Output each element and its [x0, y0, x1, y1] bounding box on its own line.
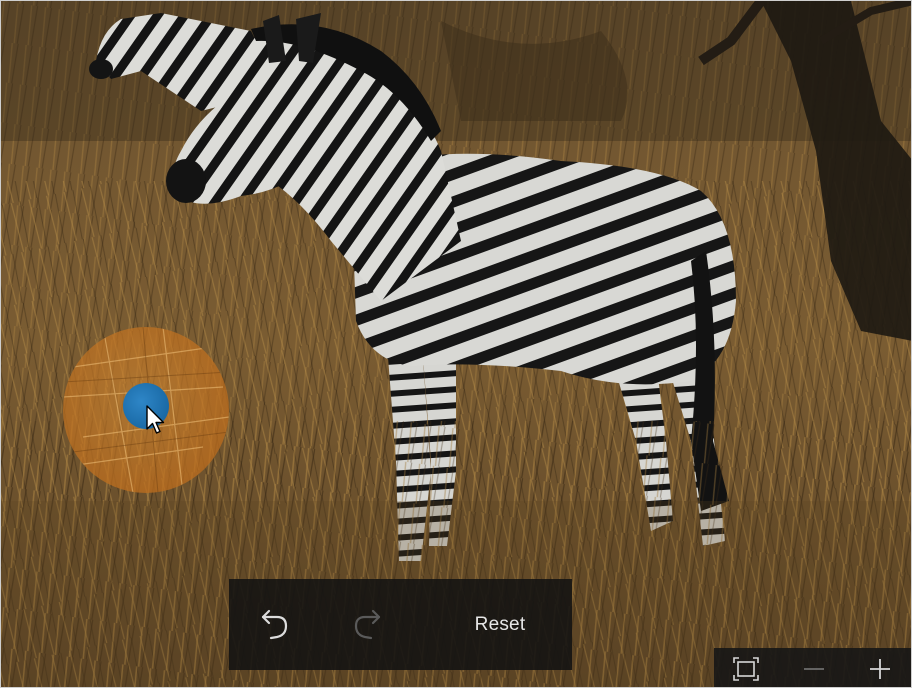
mouse-pointer-icon: [146, 405, 165, 434]
redo-button[interactable]: [339, 579, 395, 670]
fit-to-window-icon: [733, 656, 759, 681]
zoom-in-button[interactable]: [850, 648, 910, 687]
undo-button[interactable]: [247, 579, 303, 670]
reset-button[interactable]: Reset: [445, 579, 555, 670]
edit-toolbar: Reset: [229, 579, 572, 670]
zoom-bar: [714, 648, 911, 687]
zoom-out-button[interactable]: [784, 648, 844, 687]
plus-icon: [870, 658, 890, 679]
fit-to-window-button[interactable]: [716, 648, 776, 687]
undo-icon: [261, 609, 288, 639]
minus-icon: [804, 667, 824, 670]
redo-icon: [354, 609, 381, 639]
photo-editor-canvas[interactable]: Reset: [0, 0, 912, 688]
